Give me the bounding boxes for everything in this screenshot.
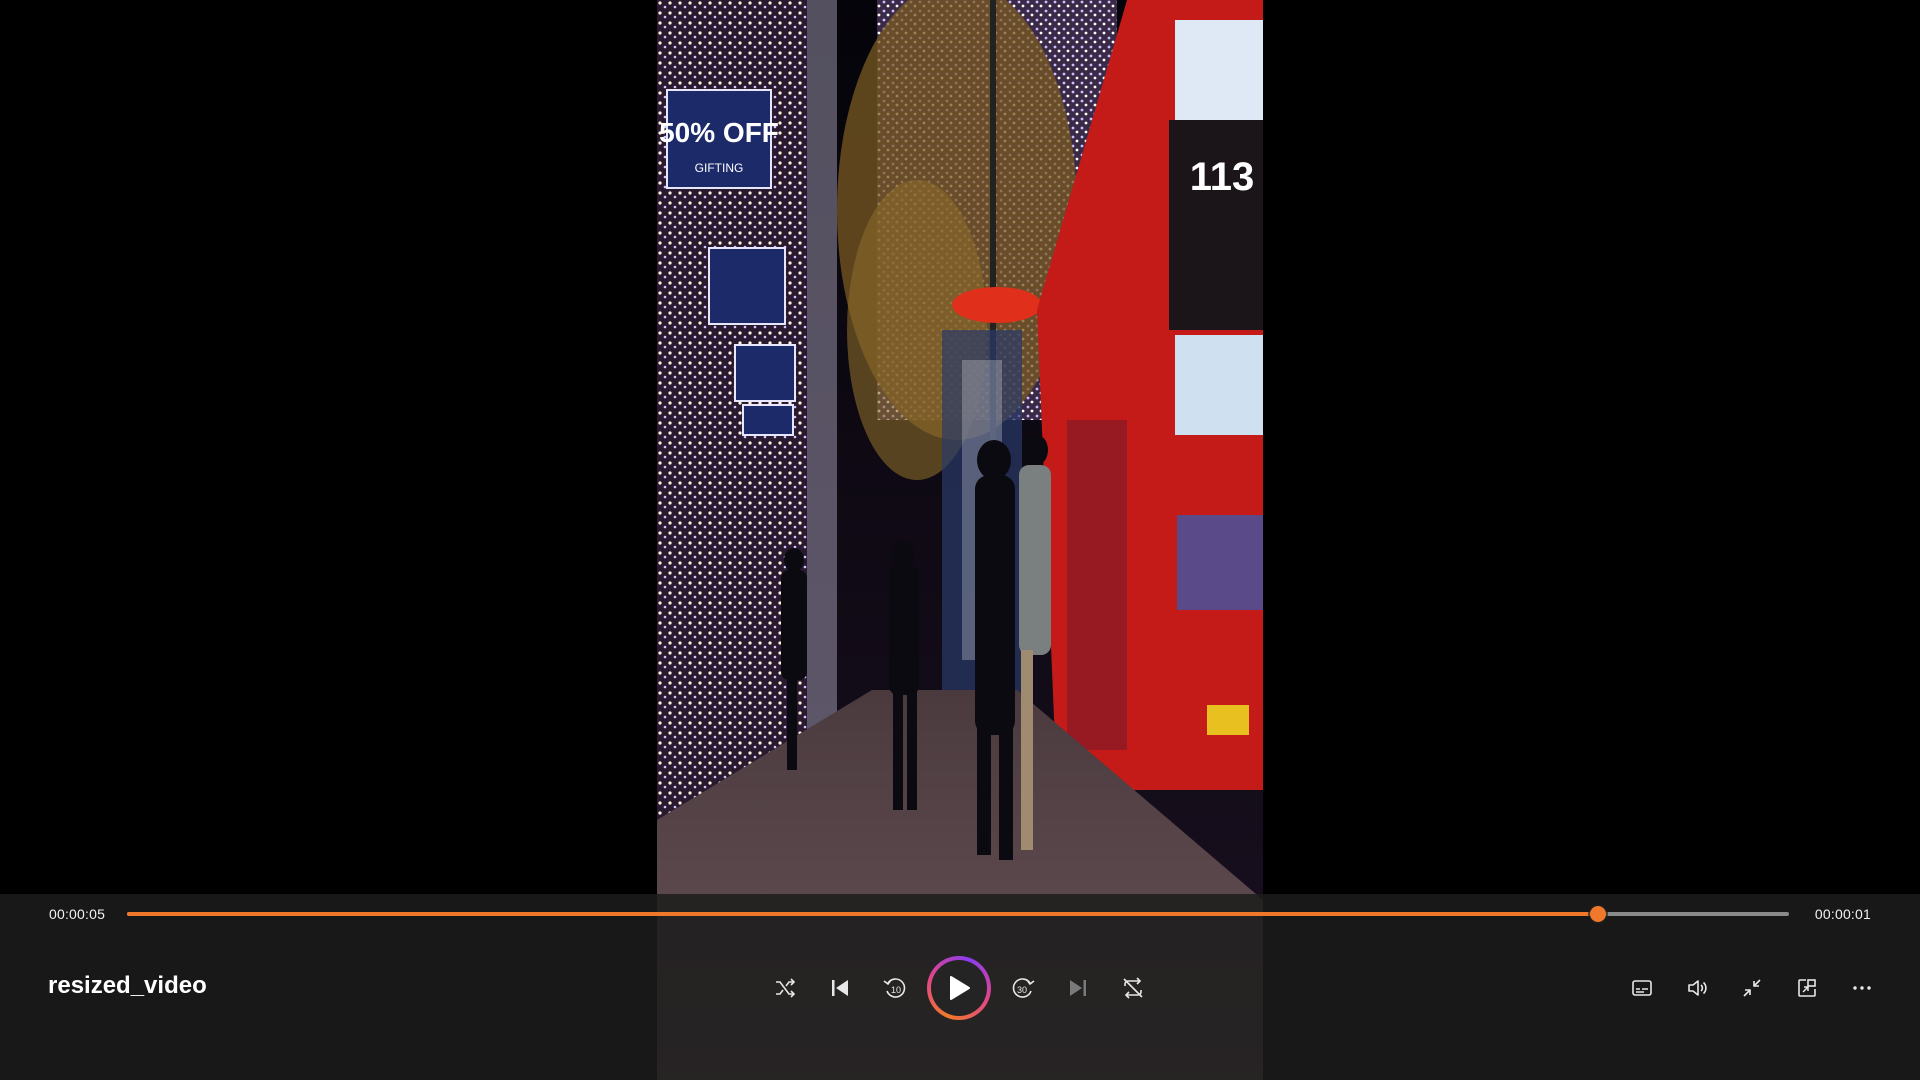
volume-icon	[1688, 980, 1707, 996]
repeat-off-icon	[1123, 977, 1143, 999]
more-options-button[interactable]	[1840, 966, 1884, 1010]
seek-bar[interactable]	[127, 906, 1789, 922]
remaining-time: 00:00:01	[1814, 906, 1871, 922]
elapsed-time: 00:00:05	[49, 906, 106, 922]
bus-route-number: 113	[1190, 155, 1255, 199]
seek-progress	[127, 912, 1598, 916]
shop-sign-subtext: GIFTING	[695, 161, 744, 175]
mini-player-icon	[1798, 979, 1816, 997]
video-title: resized_video	[48, 972, 207, 999]
next-button[interactable]	[1056, 966, 1100, 1010]
previous-button[interactable]	[818, 966, 862, 1010]
forward-30-icon: 30	[1012, 978, 1035, 998]
rewind-10-icon: 10	[883, 978, 906, 998]
shuffle-button[interactable]	[763, 966, 807, 1010]
mini-player-button[interactable]	[1785, 966, 1829, 1010]
more-icon	[1853, 986, 1871, 990]
svg-text:30: 30	[1017, 985, 1027, 995]
skip-next-icon	[1070, 980, 1086, 996]
play-button-inner	[931, 960, 987, 1016]
exit-fullscreen-icon	[1743, 979, 1761, 997]
shop-sign: 50% OFF GIFTING	[659, 89, 779, 189]
shuffle-icon	[776, 978, 796, 998]
captions-button[interactable]	[1620, 966, 1664, 1010]
repeat-button[interactable]	[1111, 966, 1155, 1010]
captions-icon	[1632, 980, 1652, 996]
shop-sign-text: 50% OFF	[659, 117, 779, 148]
rewind-10-button[interactable]: 10	[873, 966, 917, 1010]
forward-30-button[interactable]: 30	[1001, 966, 1045, 1010]
play-button[interactable]	[927, 956, 991, 1020]
svg-text:10: 10	[891, 985, 901, 995]
play-icon	[950, 976, 970, 1000]
seek-thumb[interactable]	[1589, 906, 1606, 922]
volume-button[interactable]	[1675, 966, 1719, 1010]
exit-fullscreen-button[interactable]	[1730, 966, 1774, 1010]
skip-previous-icon	[832, 980, 848, 996]
media-player: 50% OFF GIFTING 113 00:00:05 00:00:01 re…	[0, 0, 1920, 1080]
